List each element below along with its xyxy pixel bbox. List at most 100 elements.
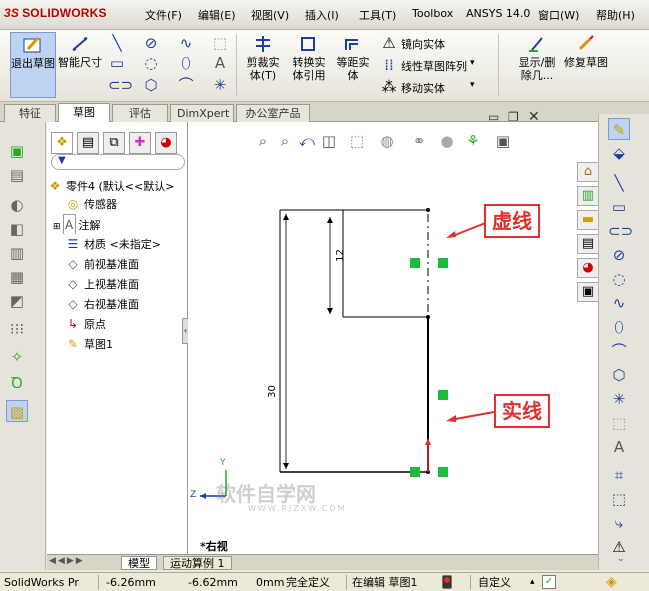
- relation-marker[interactable]: [438, 467, 448, 477]
- spline-icon[interactable]: ∿: [177, 34, 195, 52]
- custom-properties-icon[interactable]: ▣: [577, 282, 599, 302]
- menu-view[interactable]: 视图(V): [251, 7, 289, 23]
- file-explorer-icon[interactable]: ▬: [577, 210, 599, 230]
- menu-toolbox[interactable]: Toolbox: [412, 7, 453, 20]
- view-palette-icon[interactable]: ▤: [577, 234, 599, 254]
- repair-sketch-button[interactable]: 修复草图: [564, 32, 608, 98]
- dimension-12[interactable]: 12: [335, 249, 346, 262]
- checkmark-icon[interactable]: ✓: [542, 575, 556, 589]
- mirror-entities-label[interactable]: 镜向实体: [401, 36, 445, 52]
- graphics-area[interactable]: ⌕ ⌕ ⤺ ◫ ⬚ ◍ ⚭ ● ⚘ ▣ ▭ ❐ ✕ 12 30 虚线 实线 Y …: [188, 109, 598, 554]
- tab-motion-study[interactable]: 运动算例 1: [163, 556, 232, 570]
- slot-tool-icon[interactable]: ⊂⊃: [608, 220, 633, 242]
- convert-tool-icon[interactable]: ⬚: [608, 488, 630, 510]
- status-units[interactable]: 自定义: [478, 575, 511, 590]
- tree-item-sensors[interactable]: ◎ 传感器: [65, 194, 117, 214]
- solidworks-logo[interactable]: 3S SOLIDWORKS: [4, 6, 132, 24]
- dimxpert-tab-icon[interactable]: ✚: [129, 132, 151, 154]
- reference-geometry-icon[interactable]: ✧: [6, 346, 28, 368]
- design-library-icon[interactable]: ▥: [577, 186, 599, 206]
- shell-icon[interactable]: ▦: [6, 266, 28, 288]
- rebuild-traffic-light-icon[interactable]: [442, 575, 452, 589]
- menu-insert[interactable]: 插入(I): [305, 7, 339, 23]
- feature-manager-tab-icon[interactable]: ❖: [51, 132, 73, 154]
- configuration-manager-tab-icon[interactable]: ⧉: [103, 132, 125, 154]
- relation-marker[interactable]: [410, 258, 420, 268]
- relation-marker[interactable]: [410, 467, 420, 477]
- centerline-tool-icon[interactable]: ⬚: [608, 412, 630, 434]
- circle-tool-icon[interactable]: ⊘: [608, 244, 630, 266]
- relation-marker[interactable]: [438, 390, 448, 400]
- tree-item-material[interactable]: ☰ 材质 <未指定>: [65, 234, 161, 254]
- linear-pattern-label[interactable]: 线性草图阵列: [401, 58, 467, 74]
- smart-dim-icon[interactable]: ⬙: [608, 142, 630, 164]
- offset-entities-button[interactable]: 等距实体: [332, 32, 374, 98]
- polygon-tool-icon[interactable]: ⬡: [608, 364, 630, 386]
- point-icon[interactable]: ✳: [211, 76, 229, 94]
- home-icon[interactable]: ⌂: [577, 162, 599, 182]
- menu-window[interactable]: 窗口(W): [538, 7, 579, 23]
- circle-icon[interactable]: ⊘: [142, 34, 160, 52]
- rectangle-icon[interactable]: ▭: [108, 54, 126, 72]
- move-entities-label[interactable]: 移动实体: [401, 80, 445, 96]
- menu-ansys[interactable]: ANSYS 14.0: [466, 7, 530, 20]
- tab-office-products[interactable]: 办公室产品: [236, 104, 310, 122]
- tree-item-sketch1[interactable]: ✎ 草图1: [65, 334, 113, 354]
- tab-model[interactable]: 模型: [121, 556, 157, 570]
- tab-features[interactable]: 特征: [4, 104, 56, 122]
- tree-item-annotations[interactable]: ⊞ A 注解: [53, 214, 101, 234]
- tree-item-front-plane[interactable]: ◇ 前视基准面: [65, 254, 139, 274]
- line-icon[interactable]: ╲: [108, 34, 126, 52]
- curves-icon[interactable]: Ꝺ: [6, 372, 28, 394]
- vertex-point[interactable]: [426, 315, 430, 319]
- expand-icon[interactable]: ⊞: [53, 222, 61, 232]
- units-dropdown-icon[interactable]: ▴: [530, 577, 535, 587]
- move-icon[interactable]: ⁂: [380, 78, 398, 96]
- dimension-30[interactable]: 30: [267, 385, 278, 398]
- instant3d-icon[interactable]: ▧: [6, 400, 28, 422]
- tab-sketch[interactable]: 草图: [58, 103, 110, 123]
- rectangle-tool-icon[interactable]: ▭: [608, 196, 630, 218]
- convert-entities-button[interactable]: 转换实体引用: [288, 32, 330, 98]
- spline-tool-icon[interactable]: ∿: [608, 292, 630, 314]
- revolve-icon[interactable]: ▤: [6, 164, 28, 186]
- text-icon[interactable]: A: [211, 54, 229, 72]
- move-dropdown-icon[interactable]: ▾: [470, 80, 475, 90]
- arc-tool-icon[interactable]: ◌: [608, 268, 630, 290]
- extrude-icon[interactable]: ▣: [6, 140, 28, 162]
- vertex-point[interactable]: [426, 208, 430, 212]
- tag-icon[interactable]: ◈: [606, 574, 617, 590]
- filter-box[interactable]: ▼: [51, 154, 185, 170]
- ellipse-tool-icon[interactable]: ⬯: [608, 316, 630, 338]
- tree-root-part[interactable]: ❖ 零件4 (默认<<默认>: [47, 176, 187, 196]
- smart-dimension-button[interactable]: 智能尺寸: [58, 32, 102, 98]
- construction-icon[interactable]: ⬚: [211, 34, 229, 52]
- cut-icon[interactable]: ▥: [6, 242, 28, 264]
- linear-pattern-icon[interactable]: ⁞⁞: [380, 56, 398, 74]
- sweep-icon[interactable]: ◐: [6, 194, 28, 216]
- line-tool-icon[interactable]: ╲: [608, 172, 630, 194]
- trim-button[interactable]: 剪裁实体(T): [242, 32, 284, 98]
- more-tools-chevron-icon[interactable]: ⌄: [617, 554, 625, 564]
- text-tool-icon[interactable]: A: [608, 436, 630, 458]
- point-tool-icon[interactable]: ✳: [608, 388, 630, 410]
- trim-tool-icon[interactable]: ⌗: [608, 464, 630, 486]
- tab-evaluate[interactable]: 评估: [112, 104, 168, 122]
- tree-item-top-plane[interactable]: ◇ 上视基准面: [65, 274, 139, 294]
- draft-icon[interactable]: ◩: [6, 290, 28, 312]
- exit-sketch-button[interactable]: 退出草图: [10, 32, 56, 98]
- menu-file[interactable]: 文件(F): [145, 7, 182, 23]
- appearances-icon[interactable]: ◕: [577, 258, 599, 278]
- slot-icon[interactable]: ⊂⊃: [108, 76, 133, 94]
- display-delete-relations-button[interactable]: 显示/删除几...: [514, 32, 560, 98]
- offset-tool-icon[interactable]: ⤷: [608, 512, 630, 534]
- pattern-dropdown-icon[interactable]: ▾: [470, 58, 475, 68]
- ellipse-icon[interactable]: ⬯: [177, 54, 195, 72]
- relation-marker[interactable]: [438, 258, 448, 268]
- fillet-tool-icon[interactable]: ⌒: [608, 340, 630, 362]
- tab-dimxpert[interactable]: DimXpert: [170, 104, 234, 122]
- tree-item-right-plane[interactable]: ◇ 右视基准面: [65, 294, 139, 314]
- arc-icon[interactable]: ◌: [142, 54, 160, 72]
- mirror-icon[interactable]: ⚠: [380, 34, 398, 52]
- menu-tools[interactable]: 工具(T): [359, 7, 396, 23]
